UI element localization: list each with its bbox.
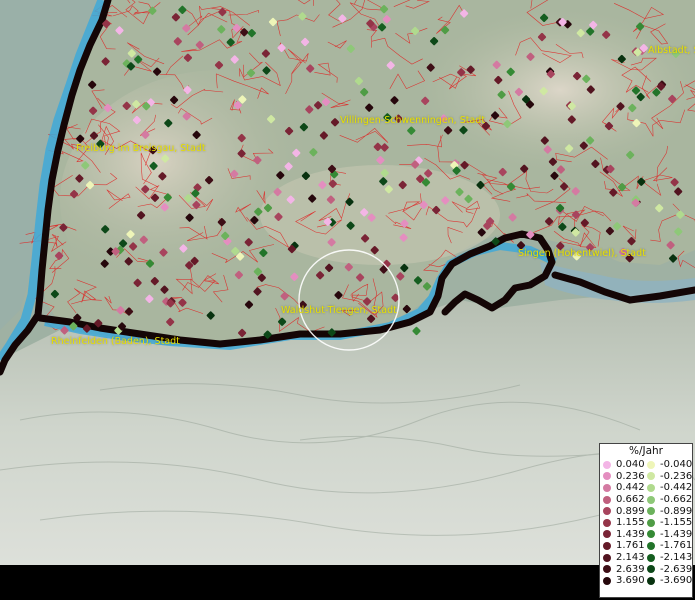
legend-swatch [603, 483, 611, 492]
legend-swatch [603, 565, 611, 574]
legend-swatch [603, 495, 611, 504]
label-albstadt[interactable]: Albstadt, S [648, 45, 695, 56]
legend-item-pos-7: 1.761 [603, 540, 647, 552]
legend: %/Jahr 0.040 0.236 0.442 0.662 0.899 1.155 1.4… [599, 443, 693, 598]
legend-swatch [647, 530, 655, 539]
legend-swatch [603, 530, 611, 539]
legend-swatch [647, 565, 655, 574]
legend-title: %/Jahr [628, 445, 664, 457]
legend-value: 0.899 [616, 505, 645, 517]
legend-item-neg-1: -0.236 [647, 471, 692, 483]
legend-value: -2.639 [660, 563, 693, 575]
legend-item-neg-3: -0.662 [647, 494, 692, 506]
legend-swatch [603, 518, 611, 527]
legend-swatch [647, 460, 655, 469]
legend-item-neg-10: -3.690 [647, 575, 692, 587]
relief-hegau [260, 165, 500, 265]
legend-value: 1.155 [616, 517, 645, 529]
label-singen[interactable]: Singen (Hohentwiel), Stadt [518, 248, 646, 259]
legend-item-neg-2: -0.442 [647, 482, 692, 494]
legend-item-neg-8: -2.143 [647, 552, 692, 564]
legend-item-neg-9: -2.639 [647, 563, 692, 575]
legend-swatch [603, 541, 611, 550]
legend-item-pos-6: 1.439 [603, 529, 647, 541]
legend-value: -2.143 [660, 552, 693, 564]
legend-swatch [603, 553, 611, 562]
legend-swatch [647, 541, 655, 550]
legend-value: -0.040 [660, 459, 693, 471]
legend-swatch [647, 483, 655, 492]
label-waldshut-tiengen[interactable]: Waldshut-Tiengen, Stadt [281, 305, 397, 316]
legend-value: 1.761 [616, 540, 645, 552]
legend-swatch [603, 472, 611, 481]
legend-swatch [603, 576, 611, 585]
legend-swatch [647, 553, 655, 562]
legend-item-neg-5: -1.155 [647, 517, 692, 529]
legend-positive-column: 0.040 0.236 0.442 0.662 0.899 1.155 1.439 1.761… [603, 459, 647, 587]
legend-value: -0.236 [660, 470, 693, 482]
legend-item-pos-2: 0.442 [603, 482, 647, 494]
footer-bar [0, 565, 695, 600]
label-freiburg[interactable]: Freiburg im Breisgau, Stadt [76, 143, 206, 154]
legend-value: -1.761 [660, 540, 693, 552]
legend-value: -0.662 [660, 494, 693, 506]
legend-item-neg-4: -0.899 [647, 505, 692, 517]
legend-item-neg-7: -1.761 [647, 540, 692, 552]
legend-swatch [647, 472, 655, 481]
label-villingen-schwenningen[interactable]: Villingen-Schwenningen, Stadt [340, 115, 485, 126]
legend-value: 1.439 [616, 528, 645, 540]
legend-value: -1.155 [660, 517, 693, 529]
legend-item-pos-1: 0.236 [603, 471, 647, 483]
legend-swatch [603, 460, 611, 469]
legend-value: -1.439 [660, 528, 693, 540]
legend-item-pos-5: 1.155 [603, 517, 647, 529]
legend-value: 2.143 [616, 552, 645, 564]
legend-value: 0.040 [616, 459, 645, 471]
legend-swatch [647, 507, 655, 516]
map-canvas[interactable] [0, 0, 695, 565]
legend-value: -0.899 [660, 505, 693, 517]
legend-value: 0.236 [616, 470, 645, 482]
legend-item-pos-0: 0.040 [603, 459, 647, 471]
legend-value: 0.442 [616, 482, 645, 494]
legend-item-pos-3: 0.662 [603, 494, 647, 506]
legend-item-pos-9: 2.639 [603, 563, 647, 575]
relief-swabian-jura [420, 10, 695, 170]
legend-value: -3.690 [660, 575, 693, 587]
legend-value: 2.639 [616, 563, 645, 575]
legend-item-pos-4: 0.899 [603, 505, 647, 517]
legend-value: -0.442 [660, 482, 693, 494]
legend-negative-column: -0.040 -0.236 -0.442 -0.662 -0.899 -1.155 -1.4… [647, 459, 692, 587]
legend-item-neg-6: -1.439 [647, 529, 692, 541]
label-rheinfelden[interactable]: Rheinfelden (Baden), Stadt [51, 336, 180, 347]
legend-value: 3.690 [616, 575, 645, 587]
legend-swatch [647, 495, 655, 504]
legend-swatch [647, 576, 655, 585]
legend-item-pos-10: 3.690 [603, 575, 647, 587]
legend-swatch [603, 507, 611, 516]
legend-value: 0.662 [616, 494, 645, 506]
legend-item-neg-0: -0.040 [647, 459, 692, 471]
legend-swatch [647, 518, 655, 527]
legend-item-pos-8: 2.143 [603, 552, 647, 564]
